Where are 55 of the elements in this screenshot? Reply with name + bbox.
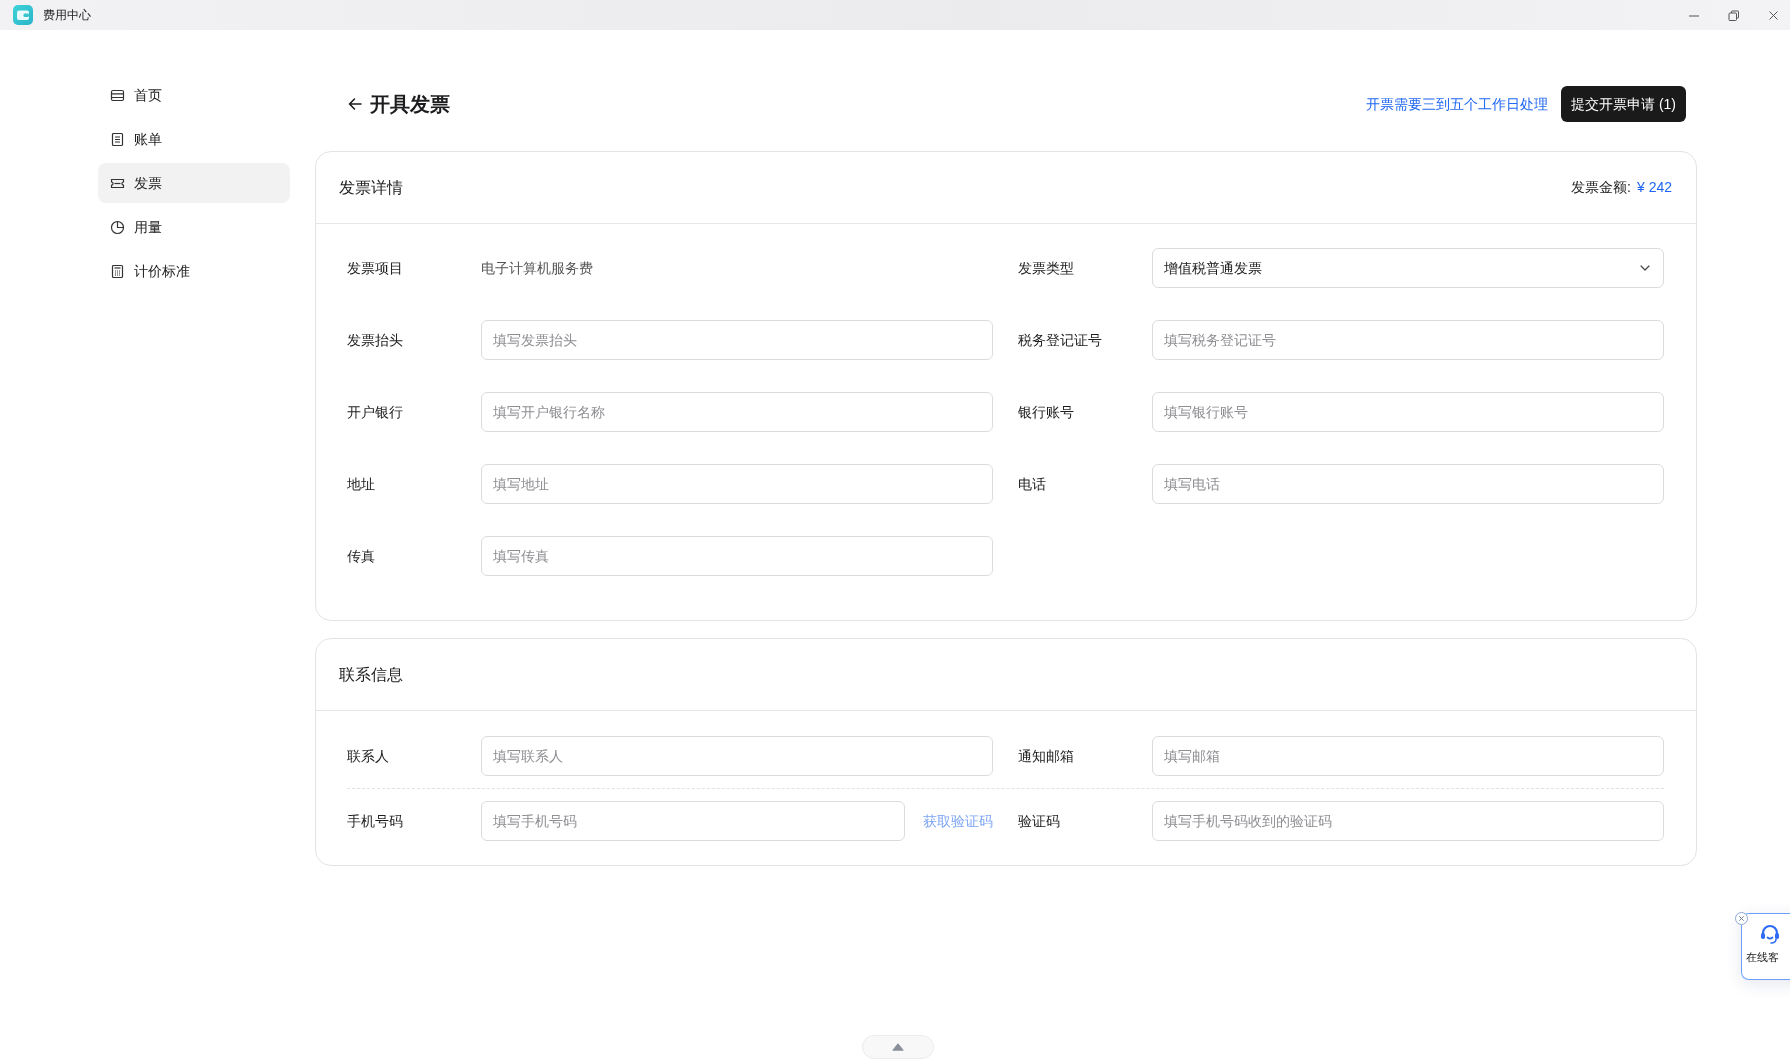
- support-widget[interactable]: 在线客: [1741, 913, 1790, 980]
- amount-value: ¥ 242: [1636, 178, 1672, 197]
- pie-chart-icon: [110, 219, 125, 235]
- input-field[interactable]: 填写手机号码: [481, 801, 905, 841]
- input-field[interactable]: 填写发票抬头: [481, 320, 993, 360]
- select-field[interactable]: 增值税普通发票: [1152, 248, 1664, 288]
- field-label: 银行账号: [1018, 402, 1075, 422]
- amount-label: 发票金额:: [1571, 178, 1631, 197]
- restore-icon: [1727, 9, 1739, 21]
- input-field[interactable]: 填写电话: [1152, 464, 1664, 504]
- sidebar-item[interactable]: 发票: [98, 163, 290, 203]
- section-title: 联系信息: [339, 664, 403, 685]
- headset-icon: [1759, 923, 1781, 945]
- window-icon: [110, 87, 125, 103]
- page-title: 开具发票: [370, 92, 450, 117]
- arrow-left-icon: [347, 96, 363, 112]
- field-label: 地址: [347, 474, 376, 494]
- close-icon: [1735, 912, 1748, 925]
- field-label: 电话: [1018, 474, 1047, 494]
- sidebar-item[interactable]: 用量: [98, 207, 290, 247]
- input-field[interactable]: 填写传真: [481, 536, 993, 576]
- scroll-top-button[interactable]: [862, 1035, 934, 1059]
- input-field[interactable]: 填写地址: [481, 464, 993, 504]
- field-label: 发票抬头: [347, 330, 404, 350]
- close-widget-button[interactable]: [1735, 912, 1748, 925]
- field-label: 通知邮箱: [1018, 746, 1075, 766]
- close-icon: [1767, 9, 1779, 21]
- field-label: 手机号码: [347, 811, 404, 831]
- document-icon: [110, 131, 125, 147]
- field-label: 传真: [347, 546, 376, 566]
- sidebar-item[interactable]: 计价标准: [98, 251, 290, 291]
- input-field[interactable]: 填写银行账号: [1152, 392, 1664, 432]
- window-title: 费用中心: [43, 7, 91, 24]
- calculator-icon: [110, 263, 125, 279]
- input-field[interactable]: 填写手机号码收到的验证码: [1152, 801, 1664, 841]
- field-value: 电子计算机服务费: [481, 258, 593, 278]
- field-label: 发票类型: [1018, 258, 1075, 278]
- input-field[interactable]: 填写开户银行名称: [481, 392, 993, 432]
- submit-button[interactable]: 提交开票申请 (1): [1561, 86, 1686, 122]
- back-button[interactable]: [347, 96, 363, 112]
- sidebar-item[interactable]: 首页: [98, 75, 290, 115]
- field-label: 开户银行: [347, 402, 404, 422]
- widget-label: 在线客: [1745, 950, 1779, 965]
- notice-link[interactable]: 开票需要三到五个工作日处理: [1366, 93, 1548, 115]
- field-label: 发票项目: [347, 258, 404, 278]
- sidebar-item[interactable]: 账单: [98, 119, 290, 159]
- field-label: 税务登记证号: [1018, 330, 1103, 350]
- wallet-app-icon: [13, 5, 33, 25]
- input-field[interactable]: 填写邮箱: [1152, 736, 1664, 776]
- section-title: 发票详情: [339, 177, 403, 198]
- input-field[interactable]: 填写税务登记证号: [1152, 320, 1664, 360]
- field-label: 联系人: [347, 746, 390, 766]
- field-label: 验证码: [1018, 811, 1061, 831]
- triangle-up-icon: [892, 1043, 904, 1051]
- input-field[interactable]: 填写联系人: [481, 736, 993, 776]
